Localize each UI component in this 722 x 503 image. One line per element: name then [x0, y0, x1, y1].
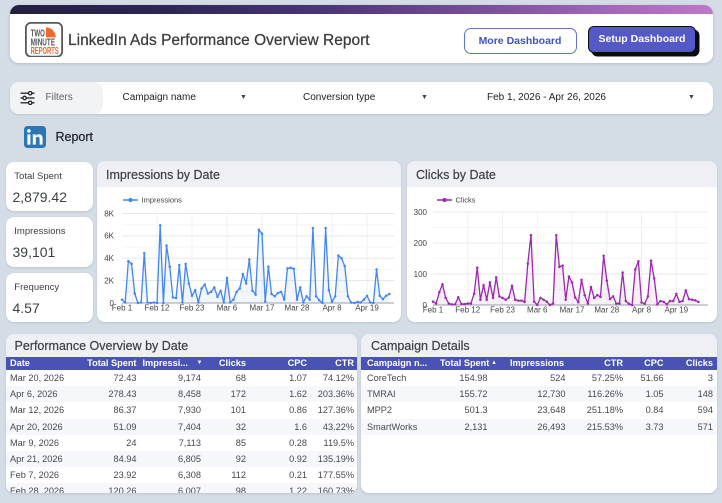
svg-text:REPORTS: REPORTS [30, 46, 58, 57]
svg-text:Apr 19: Apr 19 [665, 305, 689, 314]
svg-text:Clicks: Clicks [456, 195, 476, 204]
svg-text:6K: 6K [104, 231, 114, 240]
svg-text:Mar 17: Mar 17 [560, 305, 585, 314]
svg-text:Mar 6: Mar 6 [527, 305, 548, 314]
svg-text:Feb 1: Feb 1 [423, 305, 444, 314]
svg-text:100: 100 [414, 269, 428, 278]
svg-text:Mar 28: Mar 28 [594, 305, 619, 314]
svg-text:Feb 23: Feb 23 [490, 305, 515, 314]
svg-text:200: 200 [414, 238, 428, 247]
svg-text:Mar 6: Mar 6 [217, 303, 238, 312]
svg-text:2K: 2K [104, 276, 114, 285]
svg-text:Feb 12: Feb 12 [145, 303, 170, 312]
svg-text:Apr 8: Apr 8 [632, 305, 652, 314]
svg-text:8K: 8K [104, 209, 114, 218]
svg-text:Feb 12: Feb 12 [455, 305, 480, 314]
svg-text:Impressions: Impressions [142, 195, 183, 204]
svg-text:300: 300 [414, 207, 428, 216]
svg-text:Apr 8: Apr 8 [322, 303, 342, 312]
svg-text:Feb 1: Feb 1 [112, 303, 133, 312]
svg-text:4K: 4K [104, 254, 114, 263]
svg-text:Mar 28: Mar 28 [285, 303, 310, 312]
svg-text:Mar 17: Mar 17 [250, 303, 275, 312]
svg-text:Apr 19: Apr 19 [355, 303, 379, 312]
svg-text:Feb 23: Feb 23 [180, 303, 205, 312]
